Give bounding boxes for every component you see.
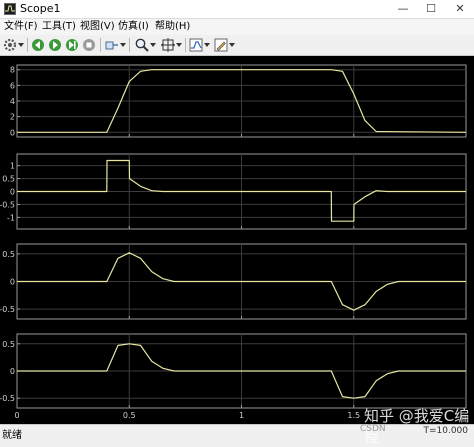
y-tick-label: -0.5	[0, 200, 15, 209]
chevron-down-icon[interactable]	[18, 41, 24, 49]
chevron-down-icon[interactable]	[120, 41, 126, 49]
watermark-sub: CSDN	[360, 424, 386, 434]
stop-icon[interactable]	[81, 37, 97, 53]
scope-app-icon	[4, 3, 16, 15]
y-tick-label: 8	[10, 66, 15, 75]
scope-plots[interactable]: 8 6 4 2 0 1 0.5 0 -0.5 -1 0.5 0 -0.5 0.5 0 -0.5 0 0.5 1 1.5	[0, 56, 474, 424]
title-bar: Scope1 — ☐ ✕	[0, 0, 474, 19]
toolbar-separator	[129, 38, 130, 52]
y-tick-label: 6	[10, 81, 15, 90]
x-tick-label: 0	[14, 411, 19, 420]
y-tick-label: -0.5	[0, 394, 15, 403]
back-icon[interactable]	[30, 37, 46, 53]
chevron-down-icon[interactable]	[176, 41, 182, 49]
chevron-down-icon[interactable]	[204, 41, 210, 49]
y-tick-label: 0	[10, 128, 15, 137]
zoom-icon[interactable]	[134, 37, 150, 53]
y-tick-label: 2	[10, 113, 15, 122]
chevron-down-icon[interactable]	[150, 41, 156, 49]
menu-help[interactable]: 帮助(H)	[155, 20, 190, 34]
menu-bar: 文件(F) 工具(T) 视图(V) 仿真(I) 帮助(H)	[0, 19, 474, 35]
x-tick-label: 1.5	[347, 411, 360, 420]
minimize-button[interactable]: —	[389, 0, 417, 18]
toolbar-separator	[185, 38, 186, 52]
menu-simulation[interactable]: 仿真(I)	[118, 20, 149, 34]
y-tick-label: 0.5	[2, 175, 15, 184]
close-button[interactable]: ✕	[446, 0, 474, 18]
y-tick-label: 0.5	[2, 250, 15, 259]
y-tick-label: -0.5	[0, 305, 15, 314]
chevron-down-icon[interactable]	[229, 41, 235, 49]
gear-icon[interactable]	[2, 37, 18, 53]
x-tick-label: 1	[239, 411, 244, 420]
menu-view[interactable]: 视图(V)	[80, 20, 115, 34]
window-title: Scope1	[20, 2, 61, 15]
cursor-measure-icon[interactable]	[188, 37, 204, 53]
y-tick-label: 0	[10, 188, 15, 197]
y-tick-label: 1	[10, 162, 15, 171]
y-tick-label: -1	[7, 213, 15, 222]
y-tick-label: 0	[10, 278, 15, 287]
highlight-block-icon[interactable]	[104, 37, 120, 53]
x-tick-label: 0.5	[123, 411, 136, 420]
step-forward-icon[interactable]	[64, 37, 80, 53]
y-tick-label: 0.5	[2, 340, 15, 349]
autoscale-icon[interactable]	[160, 37, 176, 53]
menu-file[interactable]: 文件(F)	[4, 20, 38, 34]
scope-plot-area[interactable]: 8 6 4 2 0 1 0.5 0 -0.5 -1 0.5 0 -0.5 0.5 0 -0.5 0 0.5 1 1.5	[0, 56, 474, 424]
toolbar	[0, 35, 474, 56]
edit-style-icon[interactable]	[213, 37, 229, 53]
y-tick-label: 4	[10, 97, 15, 106]
run-icon[interactable]	[47, 37, 63, 53]
toolbar-separator	[100, 38, 101, 52]
menu-tools[interactable]: 工具(T)	[42, 20, 76, 34]
toolbar-separator	[27, 38, 28, 52]
maximize-button[interactable]: ☐	[417, 0, 445, 18]
y-tick-label: 0	[10, 367, 15, 376]
